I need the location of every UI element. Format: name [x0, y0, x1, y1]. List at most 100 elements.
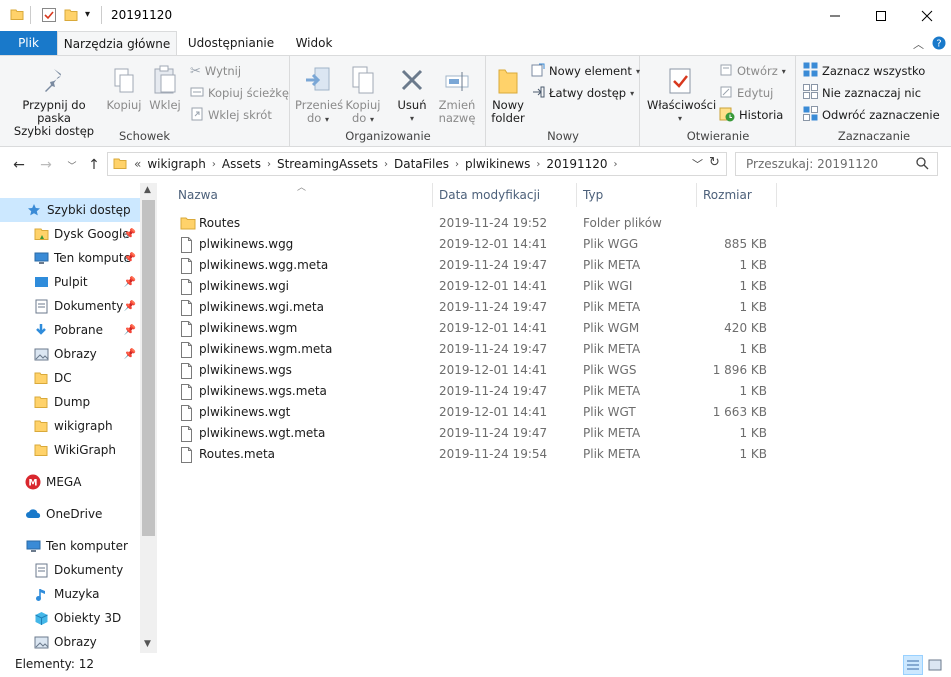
paste-button[interactable]: Wklej	[145, 62, 185, 112]
back-button[interactable]: ←	[9, 155, 29, 175]
table-row[interactable]: plwikinews.wgg 2019-12-01 14:41 Plik WGG 88…	[172, 234, 782, 255]
help-icon[interactable]: ?	[932, 36, 946, 53]
new-folder-quick-icon[interactable]	[64, 7, 78, 26]
nav-item-pc-documents[interactable]: Dokumenty	[0, 558, 140, 582]
pin-icon[interactable]: 📌	[124, 349, 136, 360]
nav-item-music[interactable]: Muzyka	[0, 582, 140, 606]
delete-dropdown-chevron-icon[interactable]: ▾	[391, 112, 433, 125]
paste-shortcut-button[interactable]: Wklej skrót	[190, 105, 272, 125]
nav-scrollbar-thumb[interactable]	[142, 200, 155, 536]
breadcrumb-item[interactable]: plwikinews	[462, 157, 533, 171]
nav-scrollbar[interactable]: ▲ ▼	[140, 183, 157, 653]
table-row[interactable]: plwikinews.wgm.meta 2019-11-24 19:47 Plik …	[172, 339, 782, 360]
collapse-ribbon-chevron-icon[interactable]: ︿	[913, 36, 924, 52]
nav-item-this-pc[interactable]: Ten komputer	[0, 534, 140, 558]
chevron-right-icon[interactable]: ›	[209, 159, 219, 170]
tab-home[interactable]: Narzędzia główne	[57, 31, 177, 55]
pin-icon[interactable]: 📌	[124, 325, 136, 336]
breadcrumb-item[interactable]: Assets	[219, 157, 264, 171]
pin-icon[interactable]: 📌	[124, 301, 136, 312]
breadcrumb-overflow[interactable]: «	[131, 157, 144, 171]
recent-locations-button[interactable]: ﹀	[62, 155, 82, 175]
nav-item-this-pc-pinned[interactable]: Ten kompute 📌	[0, 246, 140, 270]
table-row[interactable]: Routes.meta 2019-11-24 19:54 Plik META 1 KB	[172, 444, 782, 465]
nav-item-folder-dc[interactable]: DC	[0, 366, 140, 390]
pin-icon[interactable]: 📌	[124, 253, 136, 264]
pin-icon[interactable]: 📌	[124, 277, 136, 288]
scroll-up-icon[interactable]: ▲	[144, 185, 151, 195]
open-button[interactable]: Otwórz ▾	[719, 61, 786, 81]
move-to-button[interactable]: Przenieś do ▾	[295, 62, 343, 126]
nav-item-mega[interactable]: M MEGA	[0, 470, 140, 494]
table-row[interactable]: plwikinews.wgi.meta 2019-11-24 19:47 Plik …	[172, 297, 782, 318]
minimize-button[interactable]	[812, 0, 858, 31]
table-row[interactable]: plwikinews.wgt.meta 2019-11-24 19:47 Plik …	[172, 423, 782, 444]
nav-item-downloads[interactable]: Pobrane 📌	[0, 318, 140, 342]
table-row[interactable]: plwikinews.wgs 2019-12-01 14:41 Plik WGS 1 …	[172, 360, 782, 381]
refresh-icon[interactable]: ↻	[709, 155, 720, 170]
nav-item-onedrive[interactable]: OneDrive	[0, 502, 140, 526]
column-header-date[interactable]: Data modyfikacji	[433, 183, 577, 207]
nav-item-desktop[interactable]: Pulpit 📌	[0, 270, 140, 294]
table-row[interactable]: plwikinews.wgi 2019-12-01 14:41 Plik WGI 1 …	[172, 276, 782, 297]
column-header-type[interactable]: Typ	[577, 183, 697, 207]
copy-path-button[interactable]: Kopiuj ścieżkę	[190, 83, 289, 103]
delete-button[interactable]: Usuń ▾	[391, 62, 433, 125]
rename-button[interactable]: Zmień nazwę	[435, 62, 479, 125]
nav-item-3d-objects[interactable]: Obiekty 3D	[0, 606, 140, 630]
forward-button[interactable]: →	[36, 155, 56, 175]
cut-button[interactable]: ✂ Wytnij	[190, 61, 241, 81]
address-bar[interactable]: « wikigraph › Assets › StreamingAssets ›…	[107, 152, 727, 176]
pin-icon[interactable]: 📌	[124, 229, 136, 240]
details-view-button[interactable]	[903, 655, 923, 675]
nav-item-google-drive[interactable]: Dysk Google 📌	[0, 222, 140, 246]
breadcrumb-item[interactable]: wikigraph	[144, 157, 209, 171]
pin-quick-access-button[interactable]: Przypnij do paska Szybki dostęp	[4, 62, 104, 138]
chevron-right-icon[interactable]: ›	[381, 159, 391, 170]
new-folder-button[interactable]: Nowy folder	[487, 62, 529, 125]
nav-item-folder-wikigraph-2[interactable]: WikiGraph	[0, 438, 140, 462]
nav-item-folder-wikigraph[interactable]: wikigraph	[0, 414, 140, 438]
properties-dropdown-chevron-icon[interactable]: ▾	[647, 112, 713, 125]
table-row[interactable]: plwikinews.wgg.meta 2019-11-24 19:47 Plik …	[172, 255, 782, 276]
easy-access-button[interactable]: Łatwy dostęp ▾	[531, 83, 634, 103]
chevron-right-icon[interactable]: ›	[264, 159, 274, 170]
new-item-button[interactable]: Nowy element ▾	[531, 61, 640, 81]
select-all-button[interactable]: Zaznacz wszystko	[803, 61, 925, 81]
nav-item-documents[interactable]: Dokumenty 📌	[0, 294, 140, 318]
breadcrumb-item-current[interactable]: 20191120	[543, 157, 610, 171]
folder-icon[interactable]	[10, 7, 24, 24]
close-button[interactable]	[904, 0, 950, 31]
nav-item-pc-pictures[interactable]: Obrazy	[0, 630, 140, 653]
nav-item-pictures[interactable]: Obrazy 📌	[0, 342, 140, 366]
properties-quick-icon[interactable]	[41, 7, 57, 26]
table-row[interactable]: plwikinews.wgm 2019-12-01 14:41 Plik WGM 42…	[172, 318, 782, 339]
maximize-button[interactable]	[858, 0, 904, 31]
select-none-button[interactable]: Nie zaznaczaj nic	[803, 83, 921, 103]
scroll-down-icon[interactable]: ▼	[144, 639, 151, 649]
chevron-right-icon[interactable]: ›	[533, 159, 543, 170]
breadcrumb-item[interactable]: StreamingAssets	[274, 157, 381, 171]
properties-button[interactable]: Właściwości ▾	[647, 62, 716, 125]
search-input[interactable]: Przeszukaj: 20191120	[735, 152, 938, 176]
up-button[interactable]: ↑	[84, 155, 104, 175]
invert-selection-button[interactable]: Odwróć zaznaczenie	[803, 105, 940, 125]
tab-view[interactable]: Widok	[284, 31, 344, 55]
customize-toolbar-chevron-icon[interactable]: ▾	[85, 9, 90, 20]
table-row[interactable]: plwikinews.wgs.meta 2019-11-24 19:47 Plik …	[172, 381, 782, 402]
column-header-name[interactable]: Nazwa	[172, 183, 433, 207]
column-header-size[interactable]: Rozmiar	[697, 183, 777, 207]
nav-item-folder-dump[interactable]: Dump	[0, 390, 140, 414]
tab-file[interactable]: Plik	[0, 31, 57, 55]
chevron-right-icon[interactable]: ›	[452, 159, 462, 170]
table-row[interactable]: Routes 2019-11-24 19:52 Folder plików	[172, 213, 782, 234]
large-icons-view-button[interactable]	[925, 655, 945, 675]
chevron-right-icon[interactable]: ›	[611, 159, 621, 170]
copy-to-button[interactable]: Kopiuj do ▾	[341, 62, 385, 126]
table-row[interactable]: plwikinews.wgt 2019-12-01 14:41 Plik WGT 1 …	[172, 402, 782, 423]
copy-button[interactable]: Kopiuj	[104, 62, 144, 112]
nav-item-quick-access[interactable]: Szybki dostęp	[0, 198, 140, 222]
history-button[interactable]: Historia	[719, 105, 783, 125]
breadcrumb-item[interactable]: DataFiles	[391, 157, 452, 171]
address-history-chevron-icon[interactable]: ﹀	[692, 156, 703, 172]
